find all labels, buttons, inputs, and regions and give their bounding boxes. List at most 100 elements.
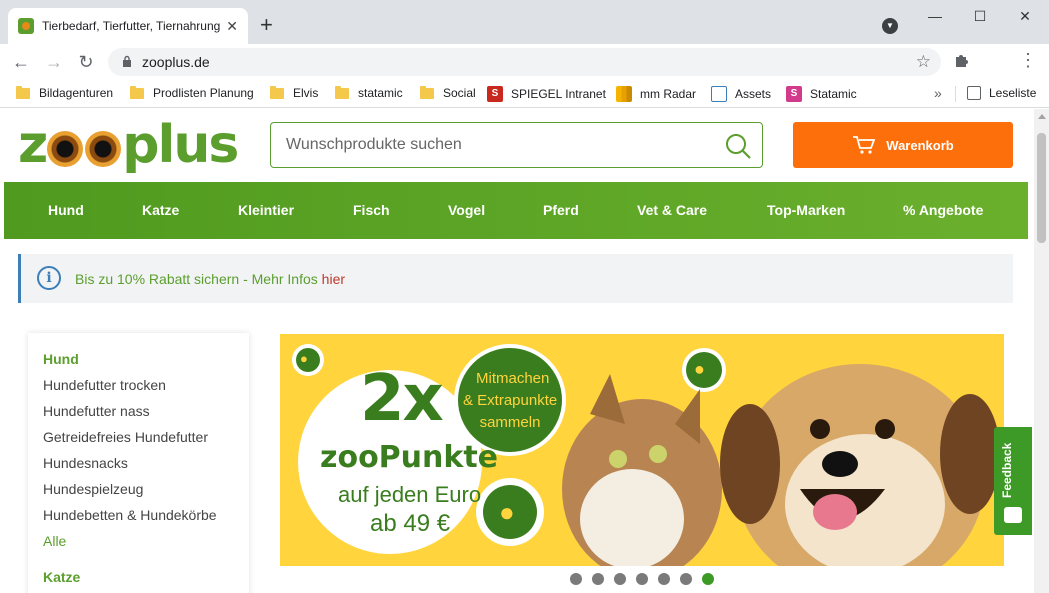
nav-pferd[interactable]: Pferd — [543, 202, 579, 218]
minimize-button[interactable]: — — [920, 6, 950, 26]
scrollbar-thumb[interactable] — [1037, 133, 1046, 243]
info-link[interactable]: hier — [322, 271, 345, 287]
promo-title: zooPunkte — [320, 440, 499, 475]
carousel-dot-active[interactable] — [702, 573, 714, 585]
bookmark-spiegel[interactable]: S SPIEGEL Intranet — [487, 86, 606, 102]
page-scrollbar[interactable] — [1034, 109, 1049, 593]
category-sidebar: Hund Hundefutter trocken Hundefutter nas… — [28, 333, 249, 593]
lock-icon — [123, 55, 131, 67]
back-arrow-icon[interactable]: ← — [9, 50, 33, 74]
folder-icon — [130, 85, 144, 99]
promo-banner[interactable]: 2x zooPunkte auf jeden Euro ab 49 € Mitm… — [280, 334, 1004, 566]
statamic-icon: S — [786, 86, 802, 102]
carousel-dot[interactable] — [680, 573, 692, 585]
sidebar-item[interactable]: Hundefutter trocken — [43, 377, 166, 393]
carousel-dot[interactable] — [636, 573, 648, 585]
carousel-dots — [570, 573, 714, 585]
folder-icon — [335, 85, 349, 99]
nav-katze[interactable]: Katze — [142, 202, 179, 218]
bookmark-statamic-folder[interactable]: statamic — [335, 85, 403, 100]
bookmark-assets[interactable]: Assets — [711, 86, 771, 102]
forward-arrow-icon[interactable]: → — [42, 50, 66, 74]
tab-close-icon[interactable]: ✕ — [226, 18, 238, 34]
nav-fisch[interactable]: Fisch — [353, 202, 390, 218]
nav-kleintier[interactable]: Kleintier — [238, 202, 294, 218]
spiegel-icon: S — [487, 86, 503, 102]
carousel-dot[interactable] — [592, 573, 604, 585]
nav-vet-care[interactable]: Vet & Care — [637, 202, 707, 218]
close-window-button[interactable]: ✕ — [1010, 6, 1040, 26]
sidebar-heading-hund[interactable]: Hund — [43, 351, 79, 367]
url-text: zooplus.de — [142, 54, 210, 70]
bookmarks-divider — [955, 86, 956, 102]
bookmarks-overflow-button[interactable]: » — [934, 85, 942, 101]
bookmark-bildagenturen[interactable]: Bildagenturen — [16, 85, 113, 100]
paw-icon: ● — [300, 351, 308, 366]
sidebar-heading-katze[interactable]: Katze — [43, 569, 80, 585]
logo-eye-icon — [47, 131, 84, 167]
sidebar-item[interactable]: Hundebetten & Hundekörbe — [43, 507, 217, 523]
web-page: zplus zooplus Wunschprodukte suchen Ware… — [0, 109, 1049, 593]
bookmark-statamic[interactable]: S Statamic — [786, 86, 857, 102]
sidebar-all-link[interactable]: Alle — [43, 533, 66, 549]
promo-sub2: ab 49 € — [370, 510, 451, 537]
feedback-label: Feedback — [1000, 442, 1014, 498]
bookmark-elvis[interactable]: Elvis — [270, 85, 318, 100]
main-navigation: Hund Katze Kleintier Fisch Vogel Pferd V… — [4, 182, 1028, 239]
info-text: Bis zu 10% Rabatt sichern - Mehr Infos h… — [75, 271, 346, 287]
sidebar-item[interactable]: Getreidefreies Hundefutter — [43, 429, 208, 445]
browser-toolbar: ← → ↻ zooplus.de ☆ ⋮ — [0, 44, 1049, 80]
sidebar-item[interactable]: Hundesnacks — [43, 455, 128, 471]
feedback-tab[interactable]: Feedback — [994, 427, 1032, 535]
browser-menu-icon[interactable]: ⋮ — [1019, 50, 1037, 71]
logo-eye-icon — [85, 131, 122, 167]
sidebar-item[interactable]: Hundespielzeug — [43, 481, 143, 497]
maximize-button[interactable]: ☐ — [965, 6, 995, 26]
folder-icon — [270, 85, 284, 99]
bookmark-mm-radar[interactable]: mm Radar — [616, 86, 696, 102]
reading-list-icon — [967, 86, 981, 100]
promo-circle-line1: Mitmachen — [476, 370, 550, 387]
folder-icon — [16, 85, 30, 99]
reload-icon[interactable]: ↻ — [74, 50, 98, 74]
chart-icon — [616, 86, 632, 102]
nav-angebote[interactable]: % Angebote — [903, 202, 983, 218]
address-bar[interactable]: zooplus.de ☆ — [108, 48, 941, 76]
nav-top-marken[interactable]: Top-Marken — [767, 202, 845, 218]
new-tab-button[interactable]: + — [260, 14, 273, 36]
bookmark-star-icon[interactable]: ☆ — [916, 52, 931, 72]
tab-title: Tierbedarf, Tierfutter, Tiernahrung — [42, 19, 221, 33]
bookmark-social[interactable]: Social — [420, 85, 476, 100]
search-icon[interactable] — [724, 132, 752, 160]
promo-circle-line2: & Extrapunkte — [463, 392, 558, 409]
tab-search-icon[interactable]: ▼ — [882, 18, 898, 34]
info-banner: i Bis zu 10% Rabatt sichern - Mehr Infos… — [18, 254, 1013, 303]
carousel-dot[interactable] — [658, 573, 670, 585]
cart-button[interactable]: Warenkorb — [793, 122, 1013, 168]
extensions-puzzle-icon[interactable] — [952, 50, 972, 70]
promo-sub1: auf jeden Euro — [338, 482, 482, 507]
bookmarks-bar: Bildagenturen Prodlisten Planung Elvis s… — [0, 80, 1049, 108]
paw-icon: ● — [499, 497, 515, 527]
nav-vogel[interactable]: Vogel — [448, 202, 485, 218]
zooplus-favicon-icon — [18, 18, 34, 34]
paw-icon: ● — [694, 359, 705, 379]
promo-circle-line3: sammeln — [479, 414, 541, 431]
promo-big-text: 2x — [360, 362, 444, 436]
browser-titlebar: Tierbedarf, Tierfutter, Tiernahrung ✕ + … — [0, 0, 1049, 44]
feedback-face-icon — [1004, 507, 1022, 523]
carousel-dot[interactable] — [570, 573, 582, 585]
browser-tab[interactable]: Tierbedarf, Tierfutter, Tiernahrung ✕ — [8, 8, 248, 44]
info-icon: i — [37, 266, 61, 290]
assets-icon — [711, 86, 727, 102]
zooplus-logo[interactable]: z plus — [18, 115, 239, 175]
folder-icon — [420, 85, 434, 99]
nav-hund[interactable]: Hund — [48, 202, 84, 218]
bookmark-prodlisten[interactable]: Prodlisten Planung — [130, 85, 254, 100]
reading-list-button[interactable]: Leseliste — [967, 86, 1036, 100]
sidebar-item[interactable]: Hundefutter nass — [43, 403, 150, 419]
search-input[interactable]: Wunschprodukte suchen — [270, 122, 763, 168]
search-placeholder: Wunschprodukte suchen — [286, 136, 462, 153]
scroll-up-arrow-icon[interactable] — [1038, 114, 1046, 119]
carousel-dot[interactable] — [614, 573, 626, 585]
